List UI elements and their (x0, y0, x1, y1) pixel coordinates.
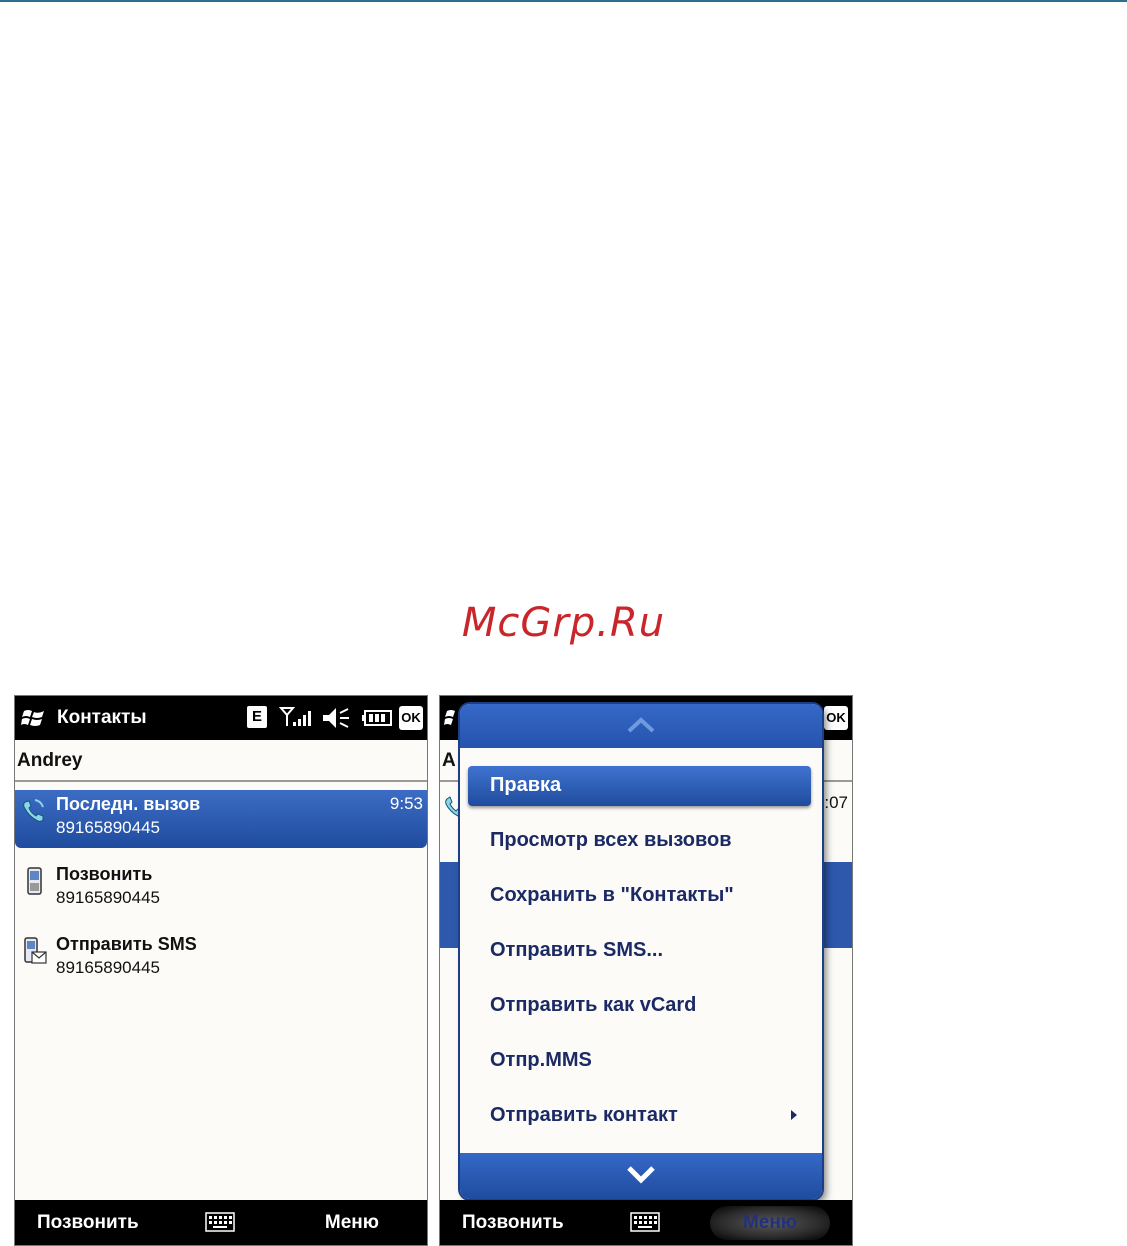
keyboard-icon[interactable] (630, 1212, 660, 1232)
row-phone-number: 89165890445 (56, 958, 161, 977)
network-edge-icon: E (247, 706, 267, 728)
sms-phone-icon (24, 937, 47, 964)
list-item-call[interactable]: Позвонить 89165890445 (15, 860, 427, 918)
selected-row-edge (822, 862, 852, 948)
contact-header: Andrey (15, 740, 427, 782)
page-title: Контакты (57, 707, 147, 728)
phone-call-icon (23, 799, 44, 822)
contact-screen: Контакты E OK Andrey Последн. вызов 8916… (14, 695, 428, 1246)
softkey-bar: Позвонить Меню (15, 1200, 427, 1245)
menu-item-save-to-contacts[interactable]: Сохранить в "Контакты" (468, 876, 811, 916)
list-item-last-call[interactable]: Последн. вызов 89165890445 9:53 (15, 790, 427, 848)
row-title: Отправить SMS (56, 934, 197, 954)
speaker-icon (323, 708, 349, 728)
menu-softkey[interactable]: Меню (325, 1212, 379, 1234)
battery-icon (362, 710, 392, 726)
menu-item-label: Отправить контакт (490, 1104, 678, 1126)
ok-button[interactable]: OK (824, 706, 848, 730)
watermark: McGrp.Ru (461, 600, 666, 646)
contact-name: Andrey (17, 750, 83, 771)
signal-icon (279, 707, 311, 726)
title-bar: Контакты E OK (15, 696, 427, 740)
menu-scroll-down[interactable] (460, 1153, 822, 1199)
keyboard-icon[interactable] (205, 1212, 235, 1232)
menu-scroll-up[interactable] (460, 704, 822, 748)
contact-name: A (442, 750, 456, 771)
top-rule (0, 0, 1127, 2)
row-time: 9:53 (389, 794, 423, 813)
menu-item-view-all-calls[interactable]: Просмотр всех вызовов (468, 821, 811, 861)
row-phone-number: 89165890445 (56, 888, 161, 907)
menu-item-send-mms[interactable]: Отпр.MMS (468, 1041, 811, 1081)
row-title: Позвонить (56, 864, 153, 884)
context-menu: Правка Просмотр всех вызовов Сохранить в… (460, 704, 822, 1199)
menu-item-send-vcard[interactable]: Отправить как vCard (468, 986, 811, 1026)
list-item-send-sms[interactable]: Отправить SMS 89165890445 (15, 930, 427, 988)
chevron-up-icon[interactable] (626, 716, 656, 734)
call-softkey[interactable]: Позвонить (37, 1212, 139, 1234)
mobile-phone-icon (27, 867, 42, 895)
row-time: :07 (824, 793, 848, 812)
menu-item-send-contact[interactable]: Отправить контакт (468, 1096, 811, 1136)
ok-button[interactable]: OK (399, 706, 423, 730)
row-title: Последн. вызов (56, 794, 201, 814)
start-flag-icon[interactable] (21, 707, 47, 729)
row-phone-number: 89165890445 (56, 818, 161, 837)
call-softkey[interactable]: Позвонить (462, 1212, 564, 1234)
menu-item-edit[interactable]: Правка (468, 766, 811, 806)
softkey-bar: Позвонить Меню (440, 1200, 852, 1245)
menu-softkey-pressed[interactable]: Меню (710, 1206, 830, 1240)
chevron-down-icon[interactable] (626, 1163, 656, 1185)
menu-item-send-sms[interactable]: Отправить SMS... (468, 931, 811, 971)
submenu-arrow-icon (791, 1110, 797, 1120)
contact-screen-menu-open: OK A :07 Правка Просмотр всех вызовов Со… (439, 695, 853, 1246)
